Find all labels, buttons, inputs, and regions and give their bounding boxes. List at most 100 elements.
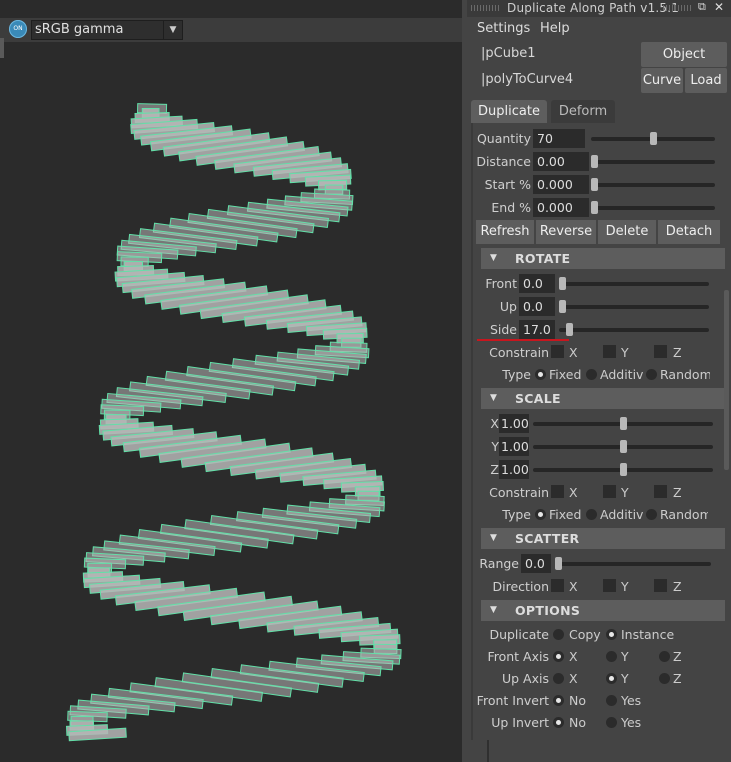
rotate-front-field[interactable]: 0.0 <box>519 274 555 293</box>
scatter-y-checkbox[interactable] <box>603 579 616 592</box>
start-percent-field[interactable]: 0.000 <box>533 175 589 194</box>
end-percent-label: End % <box>491 200 531 215</box>
scale-type-additive-radio[interactable] <box>586 509 597 520</box>
rotate-side-field[interactable]: 17.0 <box>519 320 555 339</box>
up-axis-y-radio[interactable] <box>606 673 617 684</box>
colorspace-label: sRGB gamma <box>35 22 124 37</box>
scale-z-slider-handle[interactable] <box>619 463 627 476</box>
front-axis-z-label: Z <box>673 649 682 664</box>
refresh-button[interactable]: Refresh <box>476 220 534 244</box>
scatter-range-slider-track[interactable] <box>555 562 711 566</box>
options-copy-radio[interactable] <box>553 629 564 640</box>
colorspace-toggle-icon[interactable]: ON <box>9 20 27 38</box>
rotate-side-slider-handle[interactable] <box>565 323 573 336</box>
menu-help[interactable]: Help <box>540 21 570 36</box>
rotate-constrain-y-label: Y <box>621 345 629 360</box>
front-axis-y-radio[interactable] <box>606 651 617 662</box>
scale-z-field[interactable]: 1.00 <box>499 460 529 479</box>
collapse-triangle-icon[interactable]: ▼ <box>490 528 497 549</box>
scale-constrain-y-checkbox[interactable] <box>603 485 616 498</box>
quantity-slider-handle[interactable] <box>649 132 657 145</box>
options-instance-radio[interactable] <box>606 629 617 640</box>
distance-slider-handle[interactable] <box>591 155 598 168</box>
options-copy-label: Copy <box>569 627 601 642</box>
rotate-type-additive-radio[interactable] <box>586 369 597 380</box>
scale-type-fixed-radio[interactable] <box>535 509 546 520</box>
load-button[interactable]: Load <box>685 68 727 93</box>
scatter-x-checkbox[interactable] <box>551 579 564 592</box>
up-invert-yes-radio[interactable] <box>606 717 617 728</box>
object-button[interactable]: Object <box>641 42 727 67</box>
chevron-down-icon[interactable]: ▼ <box>163 21 182 39</box>
colorspace-dropdown[interactable]: sRGB gamma ▼ <box>31 20 183 40</box>
collapse-triangle-icon[interactable]: ▼ <box>490 600 497 621</box>
scatter-range-field[interactable]: 0.0 <box>521 554 551 573</box>
up-axis-z-radio[interactable] <box>659 673 670 684</box>
side-highlight-underline <box>477 339 569 341</box>
delete-button[interactable]: Delete <box>598 220 656 244</box>
section-scale[interactable]: ▼ SCALE <box>481 388 725 409</box>
up-invert-no-radio[interactable] <box>553 717 564 728</box>
quantity-field[interactable]: 70 <box>533 129 585 148</box>
rotate-front-slider-track[interactable] <box>559 282 709 286</box>
rotate-type-fixed-radio[interactable] <box>535 369 546 380</box>
front-invert-yes-radio[interactable] <box>606 695 617 706</box>
end-percent-field[interactable]: 0.000 <box>533 198 589 217</box>
rotate-up-slider-handle[interactable] <box>559 300 566 313</box>
rotate-constrain-label: Constrain <box>489 345 549 360</box>
reverse-button[interactable]: Reverse <box>536 220 596 244</box>
quantity-label: Quantity <box>476 131 531 146</box>
rotate-constrain-y-checkbox[interactable] <box>603 345 616 358</box>
section-options[interactable]: ▼ OPTIONS <box>481 600 725 621</box>
rotate-up-slider-track[interactable] <box>559 305 709 309</box>
title-grip <box>663 5 691 11</box>
scatter-z-checkbox[interactable] <box>654 579 667 592</box>
distance-slider-track[interactable] <box>591 160 715 164</box>
scale-constrain-z-label: Z <box>673 485 682 500</box>
panel-scrollbar[interactable] <box>724 290 729 470</box>
end-percent-slider-track[interactable] <box>591 206 715 210</box>
up-axis-x-radio[interactable] <box>553 673 564 684</box>
scale-x-slider-handle[interactable] <box>619 417 627 430</box>
tab-deform[interactable]: Deform <box>551 100 615 123</box>
scale-constrain-x-label: X <box>569 485 578 500</box>
3d-viewport[interactable]: ON sRGB gamma ▼ <box>0 0 462 762</box>
window-titlebar[interactable]: Duplicate Along Path v1.5.1 ⧉ ✕ <box>467 0 731 17</box>
tab-duplicate[interactable]: Duplicate <box>471 100 547 123</box>
scale-type-fixed-label: Fixed <box>549 507 582 522</box>
close-icon[interactable]: ✕ <box>714 0 726 14</box>
front-axis-z-radio[interactable] <box>659 651 670 662</box>
collapse-triangle-icon[interactable]: ▼ <box>490 248 497 269</box>
rotate-constrain-x-label: X <box>569 345 578 360</box>
scale-type-random-radio[interactable] <box>646 509 657 520</box>
scale-constrain-z-checkbox[interactable] <box>654 485 667 498</box>
section-rotate[interactable]: ▼ ROTATE <box>481 248 725 269</box>
collapse-triangle-icon[interactable]: ▼ <box>490 388 497 409</box>
rotate-front-slider-handle[interactable] <box>559 277 566 290</box>
rotate-constrain-z-checkbox[interactable] <box>654 345 667 358</box>
front-axis-x-radio[interactable] <box>553 651 564 662</box>
end-percent-slider-handle[interactable] <box>591 201 598 214</box>
detach-button[interactable]: Detach <box>658 220 720 244</box>
start-percent-slider-handle[interactable] <box>591 178 598 191</box>
rotate-up-field[interactable]: 0.0 <box>519 297 555 316</box>
scale-x-field[interactable]: 1.00 <box>499 414 529 433</box>
scale-constrain-x-checkbox[interactable] <box>551 485 564 498</box>
rotate-type-random-label: Random <box>660 367 710 382</box>
scale-y-slider-handle[interactable] <box>619 440 627 453</box>
menu-settings[interactable]: Settings <box>477 21 530 36</box>
scatter-range-slider-handle[interactable] <box>555 557 562 570</box>
up-invert-no-label: No <box>569 715 586 730</box>
scale-y-field[interactable]: 1.00 <box>499 437 529 456</box>
rotate-type-random-radio[interactable] <box>646 369 657 380</box>
section-scatter[interactable]: ▼ SCATTER <box>481 528 725 549</box>
distance-field[interactable]: 0.00 <box>533 152 589 171</box>
float-window-icon[interactable]: ⧉ <box>698 1 710 13</box>
spiral-staircase-model[interactable] <box>0 42 462 762</box>
curve-button[interactable]: Curve <box>641 68 683 93</box>
scale-y-label: Y <box>491 439 499 454</box>
front-invert-no-radio[interactable] <box>553 695 564 706</box>
rotate-constrain-x-checkbox[interactable] <box>551 345 564 358</box>
start-percent-slider-track[interactable] <box>591 183 715 187</box>
rotate-side-slider-track[interactable] <box>559 328 709 332</box>
